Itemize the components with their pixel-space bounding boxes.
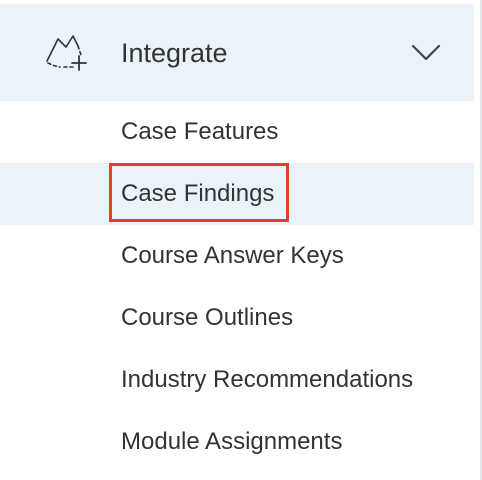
menu-item-label: Course Answer Keys (121, 242, 344, 269)
menu-item-label: Case Features (121, 118, 279, 145)
chevron-down-icon[interactable] (411, 44, 441, 62)
menu-item-label: Industry Recommendations (121, 366, 414, 393)
menu-item-module-assignments[interactable]: Module Assignments (0, 411, 474, 473)
integrate-plus-icon (46, 35, 87, 71)
nav-group-integrate[interactable]: Integrate (0, 4, 474, 101)
menu-item-label: Course Outlines (121, 304, 294, 331)
highlight-outline (109, 163, 289, 222)
nav-submenu: Case Features Case Findings Course Answe… (0, 101, 474, 473)
menu-item-industry-recommendations[interactable]: Industry Recommendations (0, 349, 474, 411)
menu-item-label: Module Assignments (121, 428, 343, 455)
menu-item-course-answer-keys[interactable]: Course Answer Keys (0, 225, 474, 287)
menu-item-course-outlines[interactable]: Course Outlines (0, 287, 474, 349)
nav-group-label: Integrate (121, 38, 228, 68)
menu-item-case-features[interactable]: Case Features (0, 101, 474, 163)
